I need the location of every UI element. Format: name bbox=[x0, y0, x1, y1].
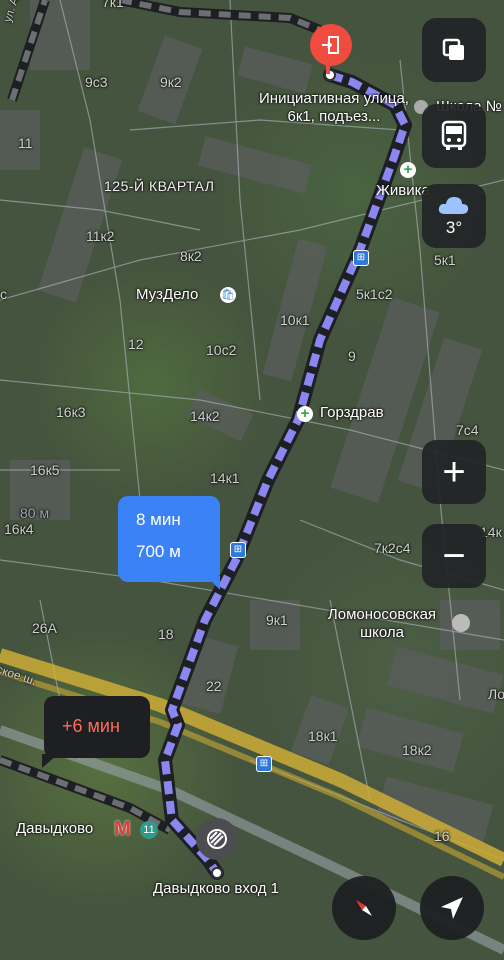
route-time: 8 мин bbox=[136, 510, 181, 529]
house-label: 7к1 bbox=[102, 0, 124, 10]
house-label: 18к2 bbox=[402, 742, 432, 758]
metro-entrance-icon bbox=[207, 829, 227, 849]
my-location-button[interactable] bbox=[420, 876, 484, 940]
school-icon bbox=[452, 614, 470, 632]
compass-button[interactable] bbox=[332, 876, 396, 940]
bus-icon bbox=[441, 120, 467, 150]
shopping-bag-icon[interactable]: 🛍 bbox=[220, 287, 236, 303]
navigation-arrow-icon bbox=[441, 897, 463, 919]
alt-route-time: +6 мин bbox=[62, 716, 120, 736]
compass-icon bbox=[356, 900, 372, 916]
district-label: 125-Й КВАРТАЛ bbox=[104, 178, 215, 194]
temperature: 3° bbox=[445, 218, 463, 237]
house-label: 5к1с2 bbox=[356, 286, 393, 302]
destination-marker[interactable] bbox=[310, 24, 352, 66]
weather-widget[interactable]: 3° bbox=[422, 184, 486, 248]
metro-entrance-marker[interactable] bbox=[196, 818, 238, 860]
house-label: 18к1 bbox=[308, 728, 338, 744]
house-label: Ло bbox=[488, 686, 504, 702]
cloud-icon bbox=[438, 197, 469, 214]
pharmacy-icon[interactable]: + bbox=[400, 162, 416, 178]
house-label: 10с2 bbox=[206, 342, 237, 358]
house-label: 9к2 bbox=[160, 74, 182, 90]
house-label: 9 bbox=[348, 348, 356, 364]
house-label: 16к4 bbox=[4, 521, 34, 537]
house-label: 8к2 bbox=[180, 248, 202, 264]
entrance-door-icon bbox=[322, 36, 339, 54]
house-label: 9к1 bbox=[266, 612, 288, 628]
metro-entrance-label: Давыдково вход 1 bbox=[153, 880, 279, 897]
transport-button[interactable] bbox=[422, 104, 486, 168]
house-label: 14к2 bbox=[190, 408, 220, 424]
zoom-out-button[interactable]: − bbox=[422, 524, 486, 588]
shop-label: МузДело bbox=[136, 286, 199, 303]
metro-line-badge: 11 bbox=[140, 821, 158, 839]
alt-route-bubble[interactable]: +6 мин bbox=[42, 696, 150, 768]
house-label: 11к2 bbox=[86, 228, 115, 244]
destination-address-label: Инициативная улица, 6к1, подъез... bbox=[259, 90, 409, 125]
destination-pin-stem bbox=[326, 64, 330, 74]
metro-station-label: Давыдково bbox=[16, 820, 94, 837]
house-label: 18 bbox=[158, 626, 174, 642]
pharmacy-label: Горздрав bbox=[320, 404, 384, 421]
route-distance: 700 м bbox=[136, 542, 181, 561]
house-label: 14к1 bbox=[210, 470, 240, 486]
house-label: 26А bbox=[32, 620, 57, 636]
house-label: 5к1 bbox=[434, 252, 456, 268]
bus-stop-icon[interactable]: ⊞ bbox=[230, 542, 246, 558]
house-label: 11 bbox=[18, 135, 33, 151]
bus-stop-icon[interactable]: ⊞ bbox=[353, 250, 369, 266]
metro-icon[interactable]: M bbox=[114, 818, 131, 841]
house-label: 7с4 bbox=[456, 422, 479, 438]
minus-icon: − bbox=[442, 534, 466, 578]
house-label: с bbox=[0, 286, 7, 302]
layers-icon bbox=[442, 38, 464, 60]
plus-icon: + bbox=[442, 450, 466, 494]
house-label: 9с3 bbox=[85, 74, 108, 90]
house-label: 10к1 bbox=[280, 312, 310, 328]
walk-distance-label: 80 м bbox=[20, 505, 50, 521]
school-label: Ломоносовская школа bbox=[327, 606, 437, 641]
zoom-in-button[interactable]: + bbox=[422, 440, 486, 504]
house-label: 22 bbox=[206, 678, 222, 694]
house-label: 7к2с4 bbox=[374, 540, 411, 556]
house-label: 16к3 bbox=[56, 404, 86, 420]
layers-button[interactable] bbox=[422, 18, 486, 82]
house-label: 12 bbox=[128, 336, 144, 352]
bus-stop-icon[interactable]: ⊞ bbox=[256, 756, 272, 772]
route-info-bubble[interactable]: 8 мин 700 м bbox=[118, 496, 220, 590]
pharmacy-icon[interactable]: + bbox=[297, 406, 313, 422]
map-view[interactable]: 7к1 9с3 9к2 11 125-Й КВАРТАЛ 11к2 8к2 12… bbox=[0, 0, 504, 960]
house-label: 16 bbox=[434, 828, 450, 844]
house-label: 16к5 bbox=[30, 462, 60, 478]
